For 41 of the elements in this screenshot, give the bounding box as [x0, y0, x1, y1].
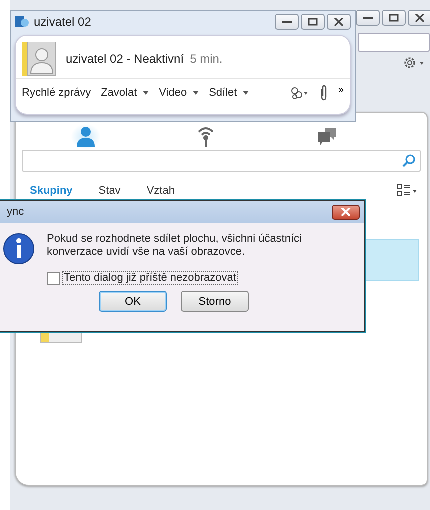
checkbox[interactable] [47, 272, 60, 284]
search-icon[interactable] [402, 154, 416, 168]
minimize-button[interactable] [356, 10, 380, 26]
close-button[interactable] [327, 14, 351, 30]
list-layout-icon[interactable] [397, 184, 419, 198]
maximize-icon [389, 14, 399, 22]
close-icon [415, 14, 425, 22]
people-icon[interactable] [290, 86, 310, 100]
search-field[interactable] [358, 33, 430, 52]
app-icon [15, 15, 29, 29]
ok-button[interactable]: OK [99, 291, 167, 312]
toolbar-button[interactable]: Sdílet [209, 87, 250, 99]
minimize-button[interactable] [275, 14, 299, 30]
close-icon [334, 18, 344, 26]
cancel-button[interactable]: Storno [181, 291, 249, 312]
avatar-icon [22, 42, 56, 76]
close-icon [341, 208, 351, 216]
minimize-icon [363, 16, 373, 20]
maximize-button[interactable] [301, 14, 325, 30]
toolbar-button[interactable]: Rychlé zprávy [22, 87, 92, 99]
paperclip-icon[interactable] [320, 85, 328, 101]
minimize-icon [282, 20, 292, 24]
dialog-title: ync [7, 206, 24, 218]
toolbar-button[interactable]: Video [159, 87, 200, 99]
checkbox-label[interactable]: Tento dialog již příště nezobrazovat [62, 271, 238, 285]
tab[interactable]: Vztah [146, 185, 175, 197]
search-field[interactable] [22, 150, 421, 172]
maximize-icon [308, 18, 318, 26]
close-button[interactable] [408, 10, 430, 26]
maximize-button[interactable] [382, 10, 406, 26]
dialog-message: Pokud se rozhodnete sdílet plochu, všichni účastníci konverzace uvidí vše na vaší obrazovce. [47, 233, 303, 259]
settings-icon[interactable] [404, 57, 426, 69]
toolbar-button[interactable]: Zavolat [101, 87, 150, 99]
tab[interactable]: Stav [98, 185, 121, 197]
contact-name: uzivatel 02 - Neaktivní [66, 52, 184, 66]
close-button[interactable] [332, 204, 360, 220]
idle-time: 5 min. [190, 52, 223, 66]
info-icon [3, 233, 35, 265]
window-title: uzivatel 02 [34, 15, 92, 29]
more-button[interactable]: » [338, 85, 344, 96]
tab[interactable]: Skupiny [30, 185, 73, 197]
